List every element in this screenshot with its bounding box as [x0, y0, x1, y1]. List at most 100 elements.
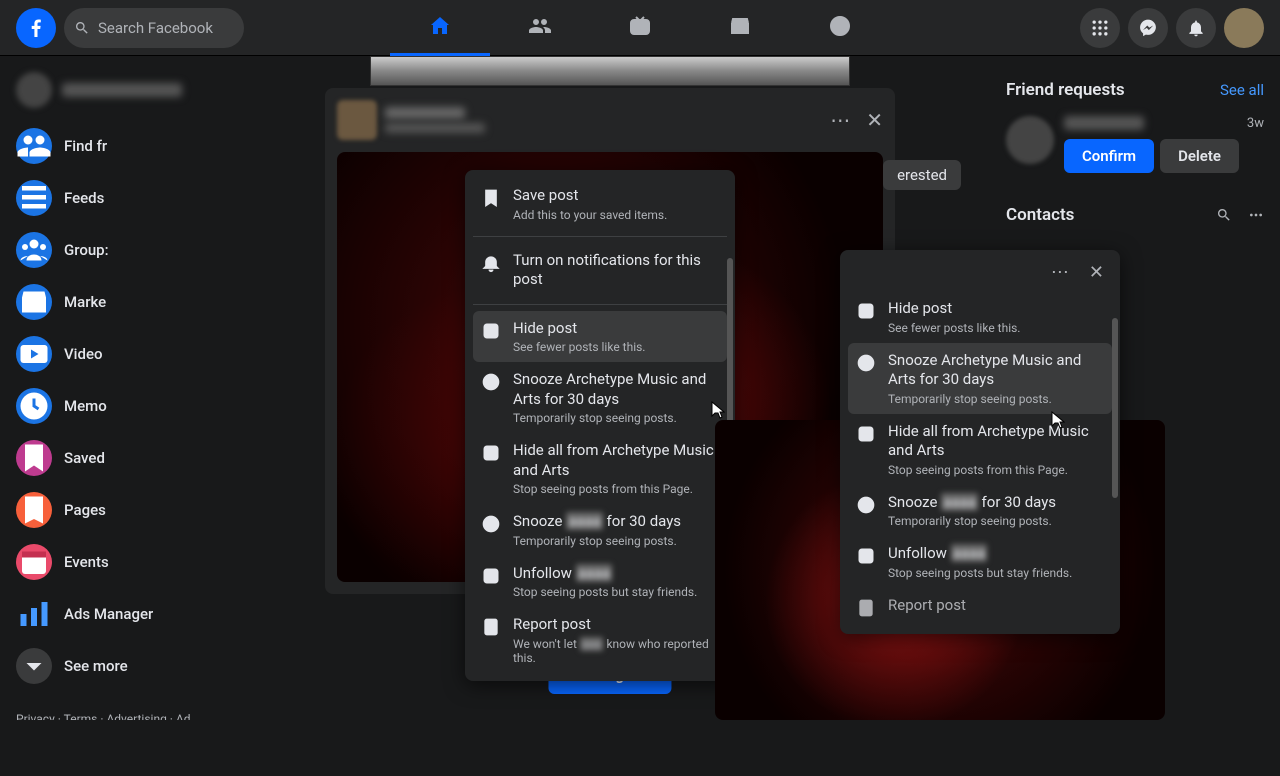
sidebar-item-label: Marke — [64, 293, 106, 311]
menu-unfollow[interactable]: Unfollow aaaaStop seeing posts but stay … — [473, 556, 727, 608]
sidebar-item-label: See more — [64, 657, 128, 675]
nav-marketplace[interactable] — [690, 0, 790, 56]
footer-link[interactable]: Advertising — [106, 712, 175, 720]
sidebar-item-marketplace[interactable]: Marke — [8, 276, 222, 328]
events-icon — [16, 544, 52, 580]
groups-icon — [16, 232, 52, 268]
footer-links: PrivacyTermsAdvertisingAd Choices ▷Cooki… — [8, 702, 222, 720]
memories-icon — [16, 388, 52, 424]
see-all-link[interactable]: See all — [1220, 81, 1264, 99]
nav-friends[interactable] — [490, 0, 590, 56]
pages-icon — [16, 492, 52, 528]
post-context-menu: Save postAdd this to your saved items. T… — [465, 170, 735, 681]
unfollow-icon — [856, 546, 876, 566]
hide-all-icon — [856, 424, 876, 444]
friends-icon — [16, 128, 52, 164]
post-author-name[interactable] — [385, 107, 465, 119]
stories-strip[interactable] — [370, 56, 850, 86]
friend-request-item[interactable]: 3w Confirm Delete — [998, 108, 1272, 181]
sidebar-item-groups[interactable]: Group: — [8, 224, 222, 276]
menu2-snooze-page[interactable]: Snooze Archetype Music and Arts for 30 d… — [848, 343, 1112, 414]
report-icon — [856, 598, 876, 618]
marketplace-icon — [16, 284, 52, 320]
post-author-avatar[interactable] — [337, 100, 377, 140]
top-right-actions — [1080, 8, 1264, 48]
sidebar-item-video[interactable]: Video — [8, 328, 222, 380]
contacts-options-icon[interactable] — [1248, 207, 1264, 223]
nav-video[interactable] — [590, 0, 690, 56]
post-context-menu-2: ⋯ ✕ Hide postSee fewer posts like this. … — [840, 250, 1120, 634]
sidebar-item-label: Feeds — [64, 189, 104, 207]
search-placeholder: Search Facebook — [98, 19, 213, 37]
sidebar-item-ads[interactable]: Ads Manager — [8, 588, 222, 640]
search-box[interactable]: Search Facebook — [64, 8, 244, 48]
left-sidebar: Find fr Feeds Group: Marke Video Memo Saved Pag… — [0, 56, 230, 720]
scrollbar-thumb[interactable] — [1112, 318, 1118, 498]
sidebar-profile[interactable] — [8, 64, 222, 116]
top-bar: Search Facebook — [0, 0, 1280, 56]
interested-chip[interactable]: erested — [883, 160, 961, 190]
menu2-close-icon[interactable]: ✕ — [1089, 262, 1104, 283]
sidebar-item-events[interactable]: Events — [8, 536, 222, 588]
profile-name — [62, 83, 182, 97]
footer-link[interactable]: Privacy — [16, 712, 64, 720]
hide-icon — [856, 301, 876, 321]
menu2-hide-all[interactable]: Hide all from Archetype Music and ArtsSt… — [848, 414, 1112, 485]
sidebar-item-more[interactable]: See more — [8, 640, 222, 692]
menu2-snooze-person[interactable]: Snooze aaaa for 30 daysTemporarily stop … — [848, 485, 1112, 537]
post-close-icon[interactable]: ✕ — [866, 108, 883, 132]
menu-hide-all[interactable]: Hide all from Archetype Music and ArtsSt… — [473, 433, 727, 504]
clock-icon — [481, 514, 501, 534]
post-more-icon[interactable]: ⋯ — [830, 108, 850, 132]
sidebar-item-friends[interactable]: Find fr — [8, 120, 222, 172]
menu-hide-post[interactable]: Hide postSee fewer posts like this. — [473, 311, 727, 363]
sidebar-item-memories[interactable]: Memo — [8, 380, 222, 432]
facebook-logo[interactable] — [16, 8, 56, 48]
sidebar-item-label: Group: — [64, 241, 109, 259]
friend-requests-title: Friend requests — [1006, 80, 1125, 100]
messenger-button[interactable] — [1128, 8, 1168, 48]
nav-home[interactable] — [390, 0, 490, 56]
sidebar-item-saved[interactable]: Saved — [8, 432, 222, 484]
footer-link[interactable]: Terms — [64, 712, 107, 720]
contacts-title: Contacts — [1006, 205, 1074, 225]
hide-all-icon — [481, 443, 501, 463]
clock-icon — [481, 372, 501, 392]
menu-snooze-person[interactable]: Snooze aaaa for 30 daysTemporarily stop … — [473, 504, 727, 556]
saved-icon — [16, 440, 52, 476]
menu2-more-icon[interactable]: ⋯ — [1051, 262, 1069, 283]
menu-grid-button[interactable] — [1080, 8, 1120, 48]
bell-icon — [481, 253, 501, 273]
friend-avatar — [1006, 116, 1054, 164]
menu-snooze-page[interactable]: Snooze Archetype Music and Arts for 30 d… — [473, 362, 727, 433]
sidebar-item-feeds[interactable]: Feeds — [8, 172, 222, 224]
clock-icon — [856, 353, 876, 373]
menu-divider — [473, 304, 727, 305]
friend-name — [1064, 116, 1144, 130]
nav-gaming[interactable] — [790, 0, 890, 56]
report-icon — [481, 617, 501, 637]
notifications-button[interactable] — [1176, 8, 1216, 48]
menu2-report[interactable]: Report post — [848, 588, 1112, 626]
profile-pic — [16, 72, 52, 108]
menu-save-post[interactable]: Save postAdd this to your saved items. — [473, 178, 727, 230]
confirm-button[interactable]: Confirm — [1064, 139, 1154, 173]
post-timestamp — [385, 123, 485, 133]
delete-button[interactable]: Delete — [1160, 139, 1239, 173]
right-sidebar: Friend requests See all 3w Confirm Delet… — [990, 56, 1280, 249]
sidebar-item-label: Pages — [64, 501, 106, 519]
menu-divider — [473, 236, 727, 237]
sidebar-item-label: Events — [64, 553, 109, 571]
menu-notifications[interactable]: Turn on notifications for this post — [473, 243, 727, 298]
more-icon — [16, 648, 52, 684]
menu2-unfollow[interactable]: Unfollow aaaaStop seeing posts but stay … — [848, 536, 1112, 588]
clock-icon — [856, 495, 876, 515]
search-icon — [74, 20, 90, 36]
menu2-hide-post[interactable]: Hide postSee fewer posts like this. — [848, 291, 1112, 343]
search-contacts-icon[interactable] — [1216, 207, 1232, 223]
sidebar-item-pages[interactable]: Pages — [8, 484, 222, 536]
profile-avatar[interactable] — [1224, 8, 1264, 48]
sidebar-item-label: Video — [64, 345, 103, 363]
sidebar-item-label: Memo — [64, 397, 107, 415]
menu-report[interactable]: Report postWe won't let aaa know who rep… — [473, 607, 727, 673]
